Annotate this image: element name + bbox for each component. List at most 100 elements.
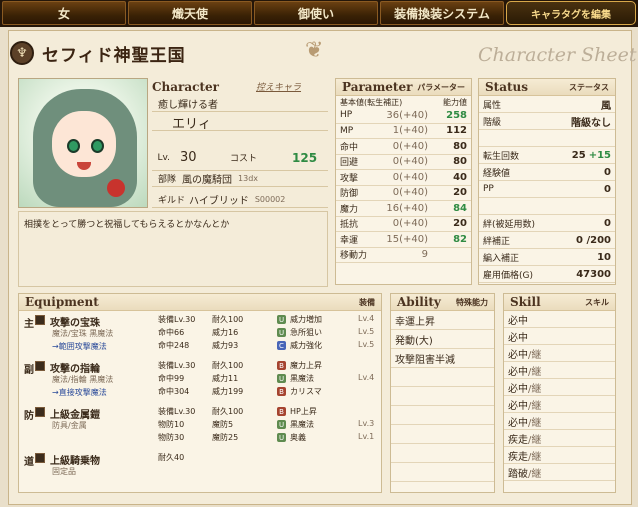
skill-name: 必中 <box>508 315 528 327</box>
parameter-base: 16(+40) <box>386 202 428 214</box>
status-value: 階級なし <box>571 117 611 129</box>
equipment-skill-badge-icon: C <box>277 341 286 350</box>
equipment-name: 上級金属鎧 <box>50 410 100 421</box>
skill-tag: /継 <box>528 349 542 361</box>
ability-item <box>391 387 494 406</box>
reserve-tag-link[interactable]: 控えキャラ <box>256 80 301 93</box>
equipment-link[interactable]: →範囲攻撃魔法 <box>52 341 107 352</box>
equipment-stat: 物防30 <box>158 433 185 442</box>
equipment-skill: 奥義 <box>290 433 306 442</box>
equipment-icon <box>35 361 45 371</box>
skill-item: 疾走/継 <box>504 447 615 464</box>
equipment-item[interactable]: 防 上級金属鎧 防具/金属 装備Lv.30 耐久100 物防10 魔防5 物防30 魔防25 B H… <box>22 406 382 448</box>
equipment-slot: 主 <box>24 319 34 330</box>
skill-item: 必中 <box>504 311 615 328</box>
equipment-skill-badge-icon: U <box>277 374 286 383</box>
status-name: 転生回数 <box>483 151 520 162</box>
skill-name: 必中 <box>508 332 528 344</box>
parameter-base: 0(+40) <box>392 156 428 168</box>
parameter-base: 9 <box>421 249 428 261</box>
character-name: エリィ <box>172 116 212 132</box>
skill-tag: /継 <box>528 451 542 463</box>
status-value: 25 <box>571 149 586 161</box>
status-name: 雇用価格(G) <box>483 270 533 281</box>
status-row: 雇用価格(G) 47300 <box>479 266 615 283</box>
status-row: 転生回数 25 +15 <box>479 147 615 164</box>
equipment-link[interactable]: →直接攻撃魔法 <box>52 387 107 398</box>
parameter-name: 抵抗 <box>340 220 359 231</box>
status-value: 0 /200 <box>576 234 611 246</box>
skill-item: 必中/継 <box>504 362 615 379</box>
parameter-value: 20 <box>453 187 467 199</box>
ability-name: 発動(大) <box>395 335 433 347</box>
status-name: 経験値 <box>483 168 511 179</box>
equipment-item[interactable]: 主 攻撃の宝珠 魔法/宝珠 黒魔法 →範囲攻撃魔法 装備Lv.30 耐久100 命中66 威力… <box>22 314 382 356</box>
wing-emblem-icon: ♆ <box>10 41 34 65</box>
parameter-name: 魔力 <box>340 204 359 215</box>
equipment-stat: 装備Lv.30 <box>158 361 196 370</box>
status-name: 属性 <box>483 100 502 111</box>
status-value: 0 <box>604 166 611 178</box>
character-subtitle: 癒し輝ける者 <box>158 99 218 111</box>
ability-item: 発動(大) <box>391 330 494 349</box>
parameter-value: 80 <box>453 140 467 152</box>
skill-name: 必中 <box>508 349 528 361</box>
skill-tag: /継 <box>528 366 542 378</box>
skill-tag: /継 <box>528 468 542 480</box>
tab-servant[interactable]: 御使い <box>254 1 378 25</box>
equipment-skill: 黒魔法 <box>290 374 314 383</box>
equipment-item[interactable]: 道 上級騎乗物 固定品 耐久40 <box>22 452 382 494</box>
tab-class[interactable]: 熾天使 <box>128 1 252 25</box>
equipment-icon <box>35 315 45 325</box>
equipment-stat: 耐久100 <box>212 315 244 324</box>
ability-item <box>391 444 494 463</box>
parameter-base: 1(+40) <box>392 125 428 137</box>
parameter-base: 0(+40) <box>392 187 428 199</box>
parameter-row: 命中 0(+40) 80 <box>336 139 471 155</box>
parameter-name: 幸運 <box>340 235 359 246</box>
equipment-skill-level: Lv.4 <box>358 373 375 382</box>
equipment-slot: 防 <box>24 411 34 422</box>
parameter-value: 258 <box>446 109 467 121</box>
skill-name: 疾走 <box>508 434 528 446</box>
equipment-stat: 魔防5 <box>212 420 234 429</box>
equipment-type: 固定品 <box>52 467 76 476</box>
skill-panel: Skill スキル 必中 必中 必中/継 必中/継 必中/継 必中/継 必中/継 疾走/継 疾走 /… <box>503 293 616 493</box>
equipment-skill-level: Lv.4 <box>358 314 375 323</box>
skill-item: 必中/継 <box>504 379 615 396</box>
status-row <box>479 198 615 215</box>
equipment-stat: 耐久100 <box>212 407 244 416</box>
parameter-name: MP <box>340 125 354 136</box>
status-value: 風 <box>601 100 611 112</box>
tab-gender[interactable]: 女 <box>2 1 126 25</box>
skill-item: 必中/継 <box>504 345 615 362</box>
ability-item <box>391 463 494 482</box>
parameter-row: 魔力 16(+40) 84 <box>336 201 471 217</box>
equipment-skill-level: Lv.1 <box>358 432 375 441</box>
status-name: 絆(被延用数) <box>483 219 536 230</box>
status-value: 0 <box>604 217 611 229</box>
ability-item: 攻撃阻害半減 <box>391 349 494 368</box>
parameter-name: 移動力 <box>340 251 368 262</box>
status-name: 編入補正 <box>483 253 520 264</box>
parameter-value: 112 <box>446 125 467 137</box>
skill-rows: 必中 必中 必中/継 必中/継 必中/継 必中/継 必中/継 疾走/継 疾走/継 踏破/継 <box>504 311 615 481</box>
tab-equipment-system[interactable]: 装備換装システム <box>380 1 504 25</box>
skill-item: 必中 <box>504 328 615 345</box>
equipment-stat: 耐久100 <box>212 361 244 370</box>
equipment-stat: 命中304 <box>158 387 190 396</box>
skill-name: 疾走 <box>508 451 528 463</box>
status-name: PP <box>483 184 494 194</box>
parameter-row: 移動力 9 <box>336 248 471 263</box>
parameter-rows: HP 36(+40) 258 MP 1(+40) 112 命中 0(+40) 80 回避 0(+40… <box>336 108 471 263</box>
equipment-skill: HP上昇 <box>290 407 317 416</box>
cost-value: 125 <box>292 150 318 165</box>
equipment-item[interactable]: 副 攻撃の指輪 魔法/指輪 黒魔法 →直接攻撃魔法 装備Lv.30 耐久100 命中99 威力… <box>22 360 382 402</box>
skill-tag: /継 <box>528 383 542 395</box>
skill-tag: /継 <box>528 417 542 429</box>
parameter-name: 防御 <box>340 189 359 200</box>
edit-character-tag-button[interactable]: キャラタグを編集 <box>506 1 636 25</box>
equipment-skill-badge-icon: U <box>277 328 286 337</box>
equipment-type: 魔法/宝珠 黒魔法 <box>52 329 114 338</box>
status-name: 絆補正 <box>483 236 511 247</box>
